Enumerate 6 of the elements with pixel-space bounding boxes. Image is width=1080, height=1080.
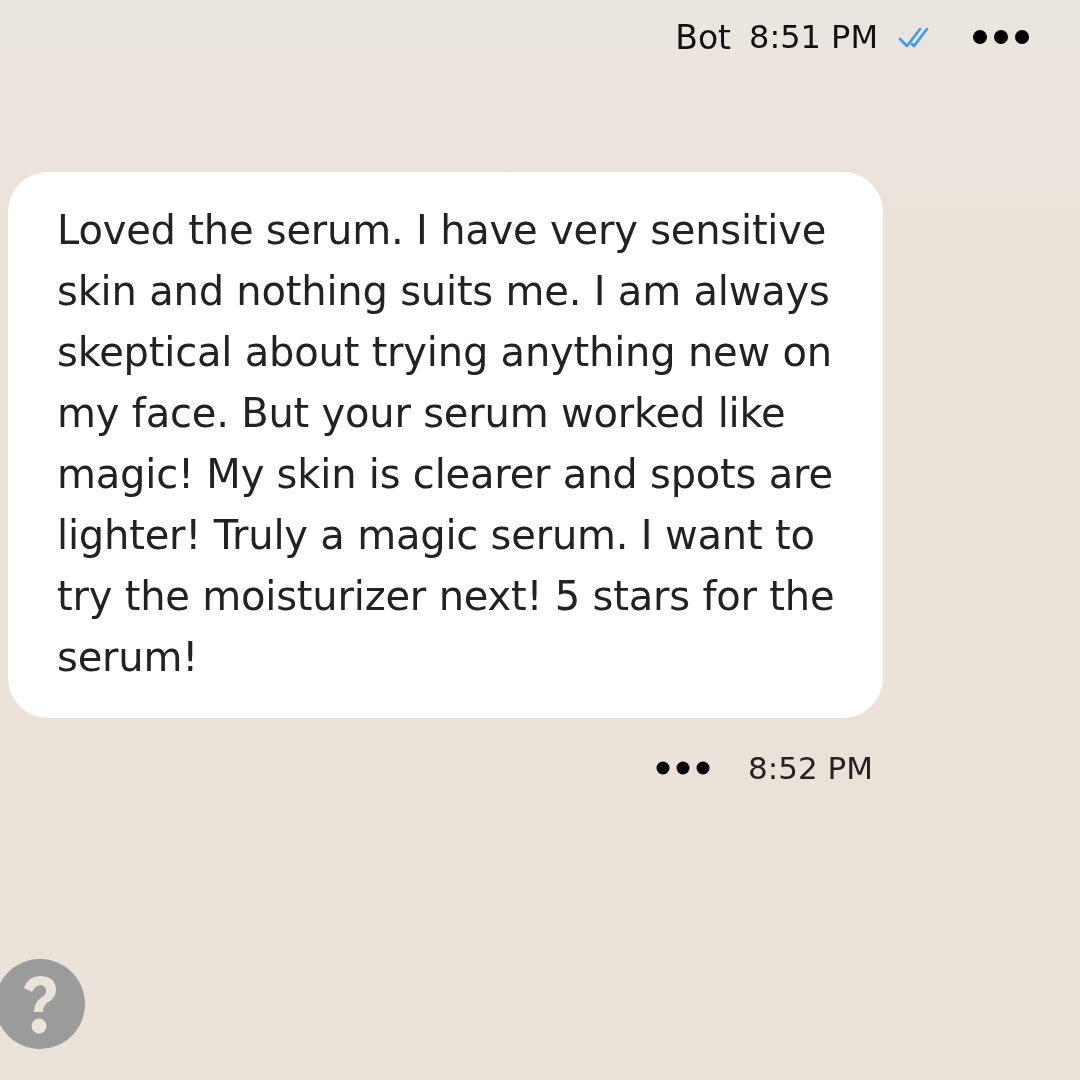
message-time: 8:51 PM	[749, 18, 878, 56]
more-icon[interactable]	[656, 761, 711, 775]
message-text: Loved the serum. I have very sensitive skin and nothing suits me. I am always skeptical about trying anything new on my face. But your serum worked like magic! My skin is clearer and spots are lighter! Truly a magic serum. I want to try the moisturizer next! 5 stars for the serum!	[57, 206, 836, 682]
more-icon[interactable]	[972, 29, 1030, 45]
sender-name: Bot	[675, 17, 732, 57]
message-time: 8:52 PM	[748, 750, 873, 786]
